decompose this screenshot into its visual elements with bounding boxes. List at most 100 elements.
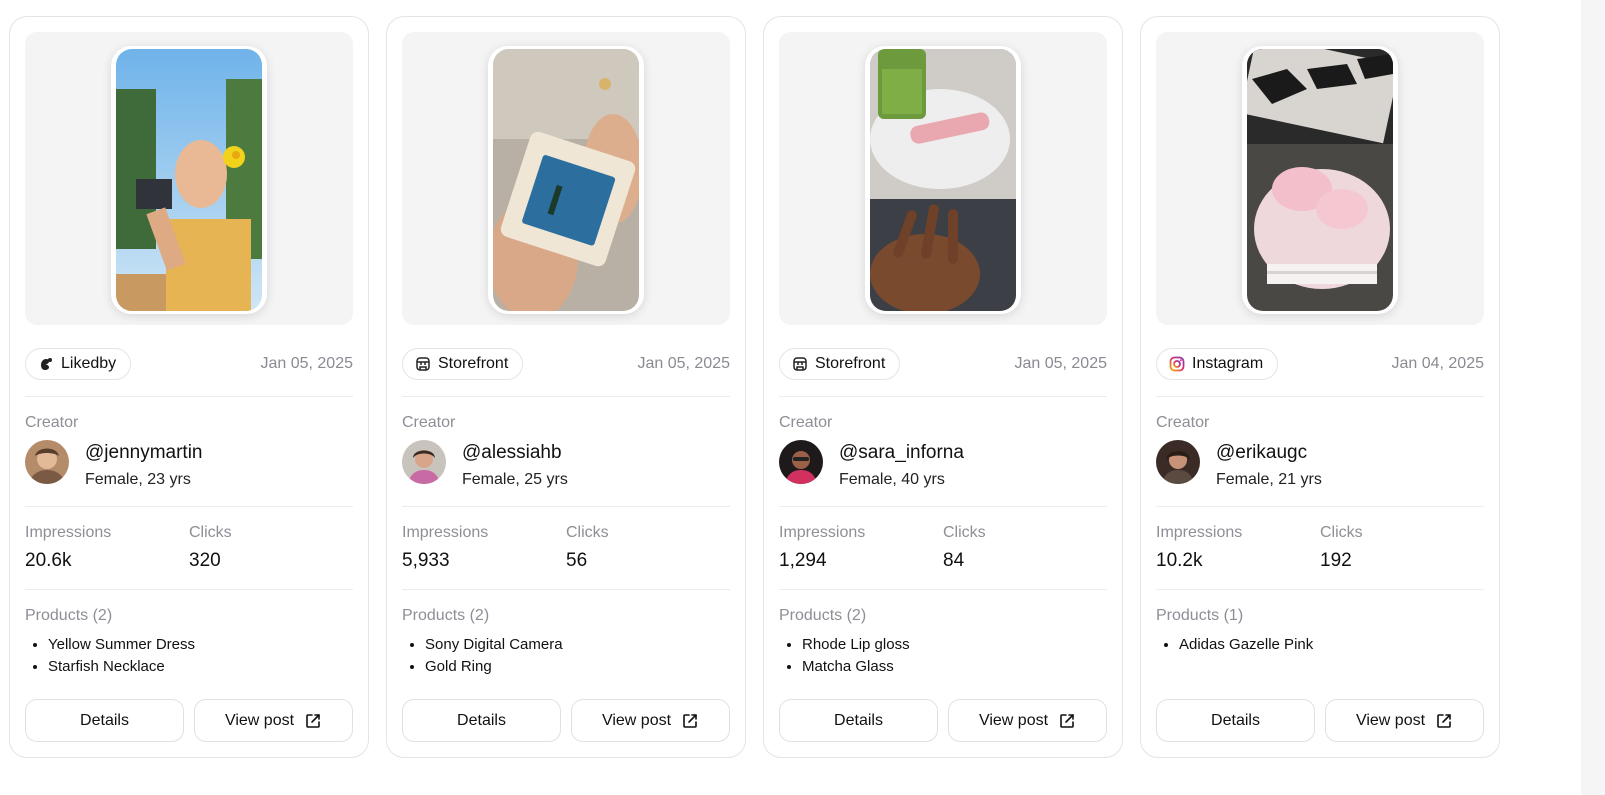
view-post-button[interactable]: View post [948, 699, 1107, 742]
list-item: Gold Ring [425, 656, 730, 678]
external-link-icon [1437, 713, 1451, 728]
avatar[interactable] [1156, 440, 1200, 484]
details-button[interactable]: Details [402, 699, 561, 742]
phone-frame [1242, 46, 1398, 314]
view-post-button-label: View post [224, 711, 295, 729]
list-item: Yellow Summer Dress [48, 634, 353, 656]
details-button[interactable]: Details [25, 699, 184, 742]
view-post-button[interactable]: View post [571, 699, 730, 742]
impressions-label: Impressions [25, 524, 112, 541]
clicks-label: Clicks [943, 524, 986, 541]
product-list: Adidas Gazelle Pink [1156, 634, 1484, 656]
post-media-preview[interactable] [402, 32, 730, 325]
phone-frame [488, 46, 644, 314]
post-card: Storefront Jan 05, 2025 Creator @alessia… [386, 16, 746, 758]
creator-section: Creator @erikaugc Female, 21 yrs [1156, 397, 1484, 489]
impressions-value: 5,933 [402, 550, 450, 571]
details-button[interactable]: Details [779, 699, 938, 742]
avatar[interactable] [402, 440, 446, 484]
view-post-button-label: View post [601, 711, 672, 729]
impressions-label: Impressions [402, 524, 489, 541]
post-card: Likedby Jan 05, 2025 Creator @jennymarti… [9, 16, 369, 758]
external-link-icon [683, 713, 697, 728]
details-button-label: Details [80, 711, 129, 729]
source-badge: Likedby [25, 348, 132, 380]
storefront-icon [416, 357, 430, 371]
source-name: Instagram [1192, 355, 1264, 372]
source-badge: Storefront [402, 348, 524, 380]
products-section: Products (2) Rhode Lip gloss Matcha Glas… [779, 590, 1107, 678]
view-post-button[interactable]: View post [194, 699, 353, 742]
impressions-value: 1,294 [779, 550, 827, 571]
details-button-label: Details [1211, 711, 1260, 729]
impressions-label: Impressions [1156, 524, 1243, 541]
source-name: Likedby [61, 355, 117, 372]
avatar[interactable] [779, 440, 823, 484]
post-date: Jan 05, 2025 [260, 355, 353, 372]
instagram-icon [1169, 356, 1185, 372]
post-thumbnail [493, 49, 639, 311]
post-card-grid: Likedby Jan 05, 2025 Creator @jennymarti… [9, 16, 1500, 758]
impressions-value: 10.2k [1156, 550, 1203, 571]
clicks-label: Clicks [189, 524, 232, 541]
stats-row: Impressions 20.6k Clicks 320 [25, 507, 353, 572]
list-item: Sony Digital Camera [425, 634, 730, 656]
phone-frame [865, 46, 1021, 314]
products-section: Products (2) Yellow Summer Dress Starfis… [25, 590, 353, 678]
post-media-preview[interactable] [25, 32, 353, 325]
list-item: Starfish Necklace [48, 656, 353, 678]
product-list: Yellow Summer Dress Starfish Necklace [25, 634, 353, 678]
list-item: Matcha Glass [802, 656, 1107, 678]
source-name: Storefront [815, 355, 886, 372]
products-section: Products (1) Adidas Gazelle Pink [1156, 590, 1484, 656]
details-button[interactable]: Details [1156, 699, 1315, 742]
stats-row: Impressions 10.2k Clicks 192 [1156, 507, 1484, 572]
details-button-label: Details [834, 711, 883, 729]
post-card: Instagram Jan 04, 2025 Creator @erikaugc… [1140, 16, 1500, 758]
post-thumbnail [116, 49, 262, 311]
external-link-icon [306, 713, 320, 728]
clicks-value: 320 [189, 550, 221, 571]
products-label: Products (2) [25, 607, 113, 624]
view-post-button-label: View post [1355, 711, 1426, 729]
products-label: Products (1) [1156, 607, 1244, 624]
creator-handle[interactable]: @sara_inforna [839, 442, 964, 464]
post-date: Jan 04, 2025 [1391, 355, 1484, 372]
clicks-label: Clicks [1320, 524, 1363, 541]
creator-demographic: Female, 40 yrs [839, 471, 945, 488]
stats-row: Impressions 5,933 Clicks 56 [402, 507, 730, 572]
storefront-icon [793, 357, 807, 371]
post-thumbnail [870, 49, 1016, 311]
list-item: Rhode Lip gloss [802, 634, 1107, 656]
post-media-preview[interactable] [1156, 32, 1484, 325]
clicks-value: 84 [943, 550, 965, 571]
view-post-button-label: View post [978, 711, 1049, 729]
creator-handle[interactable]: @alessiahb [462, 442, 568, 464]
creator-demographic: Female, 23 yrs [85, 471, 191, 488]
avatar[interactable] [25, 440, 69, 484]
post-date: Jan 05, 2025 [637, 355, 730, 372]
stats-row: Impressions 1,294 Clicks 84 [779, 507, 1107, 572]
details-button-label: Details [457, 711, 506, 729]
post-media-preview[interactable] [779, 32, 1107, 325]
scrollbar-track[interactable] [1581, 0, 1605, 795]
creator-handle[interactable]: @jennymartin [85, 442, 203, 464]
products-label: Products (2) [402, 607, 490, 624]
post-card: Storefront Jan 05, 2025 Creator @sara_in… [763, 16, 1123, 758]
clicks-value: 56 [566, 550, 588, 571]
source-badge: Instagram [1156, 348, 1279, 380]
source-badge: Storefront [779, 348, 901, 380]
view-post-button[interactable]: View post [1325, 699, 1484, 742]
clicks-value: 192 [1320, 550, 1352, 571]
list-item: Adidas Gazelle Pink [1179, 634, 1484, 656]
phone-frame [111, 46, 267, 314]
creator-label: Creator [1156, 414, 1210, 431]
creator-label: Creator [402, 414, 456, 431]
product-list: Rhode Lip gloss Matcha Glass [779, 634, 1107, 678]
products-label: Products (2) [779, 607, 867, 624]
post-date: Jan 05, 2025 [1014, 355, 1107, 372]
impressions-label: Impressions [779, 524, 866, 541]
creator-handle[interactable]: @erikaugc [1216, 442, 1322, 464]
creator-demographic: Female, 25 yrs [462, 471, 568, 488]
product-list: Sony Digital Camera Gold Ring [402, 634, 730, 678]
